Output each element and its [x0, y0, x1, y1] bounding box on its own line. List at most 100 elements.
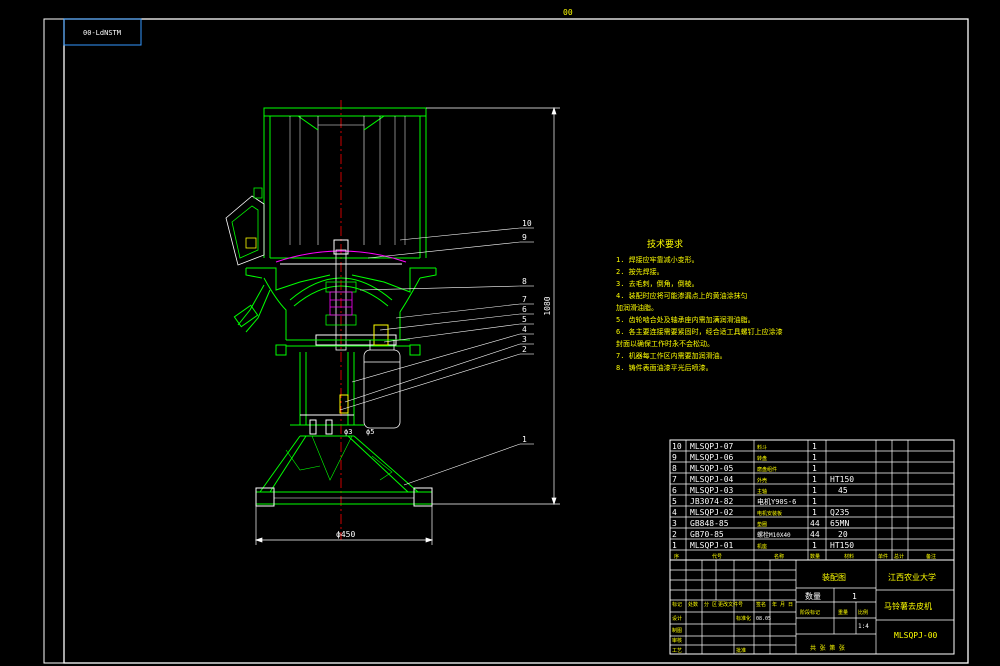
bom-row-code: MLSQPJ-07 [690, 442, 734, 451]
scale-value: 1:4 [858, 623, 869, 630]
leader-label: 10 [522, 219, 532, 228]
std-label: 标准化 [736, 615, 751, 622]
side-door [225, 187, 265, 266]
bom-row-code: MLSQPJ-02 [690, 508, 734, 517]
leader-label: 4 [522, 325, 527, 334]
bom-row-name: 磨盘组件 [757, 466, 777, 473]
bom-row-code: GB70-85 [690, 530, 724, 539]
bom-row-name: 转盘 [757, 455, 767, 462]
bom-row-material: HT150 [830, 541, 854, 550]
bom-row-qty: 44 [810, 530, 820, 539]
dim-small-left: ϕ3 [344, 428, 352, 436]
bom-header-unit-wt: 单件 [878, 553, 888, 560]
bom-header-name: 名称 [774, 553, 784, 560]
role-label: 设计 [672, 615, 682, 622]
tech-note-line: 1. 焊接应牢靠减小变形。 [616, 255, 699, 264]
top-center-mark: 00 [563, 8, 573, 17]
tech-note-line: 3. 去毛刺，倒角，倒棱。 [616, 279, 699, 288]
bom-row-qty: 1 [812, 464, 817, 473]
title-block: 装配图 江西农业大学 数量 1 马铃薯去皮机 MLSQPJ-00 阶段标记 重量… [669, 559, 955, 655]
bom-row-no: 7 [672, 475, 677, 484]
machine-assembly: ϕ450 1080 ϕ3 ϕ5 10 9 8 7 6 5 4 3 2 1 [225, 100, 560, 545]
bom-row-material: 20 [838, 530, 848, 539]
bom-row-material: 65MN [830, 519, 849, 528]
role-label: 审核 [672, 637, 682, 644]
tech-note-line: 封面以确保工作时永不会松动。 [616, 339, 714, 348]
weight-label: 重量 [838, 609, 848, 616]
drawing-title: 装配图 [822, 572, 846, 582]
stage-label: 阶段标记 [800, 609, 820, 616]
bom-row-no: 8 [672, 464, 677, 473]
bom-row-name: 电机安装板 [757, 510, 782, 517]
leader-label: 1 [522, 435, 527, 444]
inner-border [63, 18, 969, 664]
rev-col: 标记 [672, 601, 682, 608]
machine-name: 马铃薯去皮机 [884, 601, 932, 611]
bom-row-material: 45 [838, 486, 848, 495]
bom-row-no: 9 [672, 453, 677, 462]
leader-label: 8 [522, 277, 527, 286]
bom-row-name: 电机Y90S-6 [757, 497, 796, 506]
role-label: 工艺 [672, 648, 682, 654]
leader-label: 3 [522, 335, 527, 344]
bom-row-code: JB3074-82 [690, 497, 734, 506]
design-date: 08.05 [756, 616, 771, 622]
bom-row-material: HT150 [830, 475, 854, 484]
bom-table: 10 MLSQPJ-07 料斗 1 9 MLSQPJ-06 转盘 1 8 MLS… [669, 439, 955, 561]
bom-row-code: MLSQPJ-03 [690, 486, 734, 495]
bom-row-no: 6 [672, 486, 677, 495]
bom-row-name: 垫圈 [757, 521, 767, 528]
bom-header-note: 备注 [926, 553, 936, 560]
leader-label: 2 [522, 345, 527, 354]
bom-row-material: Q235 [830, 508, 849, 517]
bom-row-qty: 1 [812, 442, 817, 451]
bom-row-qty: 1 [812, 475, 817, 484]
stamp-text: 00-LdNSTM [83, 29, 121, 37]
tech-note-line: 6. 各主要连接需要紧固时，经合适工具螺钉上应涂漆 [616, 327, 783, 336]
bom-row-name: 外壳 [757, 477, 767, 484]
rev-col: 分 区 [704, 601, 717, 608]
bom-row-qty: 1 [812, 486, 817, 495]
bom-row-no: 10 [672, 442, 682, 451]
bom-header-qty: 数量 [810, 553, 820, 560]
bom-row-code: MLSQPJ-01 [690, 541, 734, 550]
approve-label: 批准 [736, 647, 746, 654]
leader-labels: 10 9 8 7 6 5 4 3 2 1 [522, 219, 532, 444]
rev-col: 签名 [756, 601, 766, 608]
sheet-label: 共 张 第 张 [810, 644, 845, 652]
outer-border [43, 18, 969, 664]
leader-label: 9 [522, 233, 527, 242]
leader-label: 6 [522, 305, 527, 314]
support-column [290, 352, 364, 435]
tech-note-line: 8. 铸件表面油漆平光后喷漆。 [616, 363, 713, 372]
rev-col: 处数 [688, 601, 698, 608]
leader-label: 7 [522, 295, 527, 304]
drawing-canvas: 00 00-LdNSTM ϕ450 1080 ϕ3 ϕ5 10 9 8 7 6 … [43, 8, 969, 664]
dim-base-diameter-text: ϕ450 [336, 530, 355, 539]
tech-note-line: 4. 装配时应将可能渗漏点上的黄油涂抹匀 [616, 291, 748, 300]
hopper [263, 107, 427, 259]
bom-row-name: 螺栓M10X40 [757, 531, 791, 539]
bom-row-no: 2 [672, 530, 677, 539]
bom-row-no: 1 [672, 541, 677, 550]
bom-row-qty: 1 [812, 508, 817, 517]
bom-row-code: MLSQPJ-06 [690, 453, 734, 462]
qty-value: 1 [852, 592, 857, 601]
drawing-number: MLSQPJ-00 [894, 631, 938, 640]
bom-row-no: 3 [672, 519, 677, 528]
dim-height-text: 1080 [543, 296, 552, 315]
tech-note-line: 加润滑油脂。 [616, 303, 658, 312]
rev-col: 更改文件号 [718, 601, 743, 608]
bom-header-material: 材料 [844, 553, 854, 560]
machine-base [255, 435, 433, 507]
bom-row-name: 机座 [757, 543, 767, 550]
tech-note-line: 7. 机器每工作区内需要加润滑油。 [616, 351, 727, 360]
role-label: 制图 [672, 627, 682, 634]
casing [233, 277, 421, 340]
tech-notes-title: 技术要求 [647, 238, 683, 250]
leader-label: 5 [522, 315, 527, 324]
bom-row-name: 主轴 [757, 488, 767, 495]
bom-header-code: 代号 [712, 553, 722, 560]
bom-row-qty: 1 [812, 541, 817, 550]
motor [363, 340, 401, 429]
